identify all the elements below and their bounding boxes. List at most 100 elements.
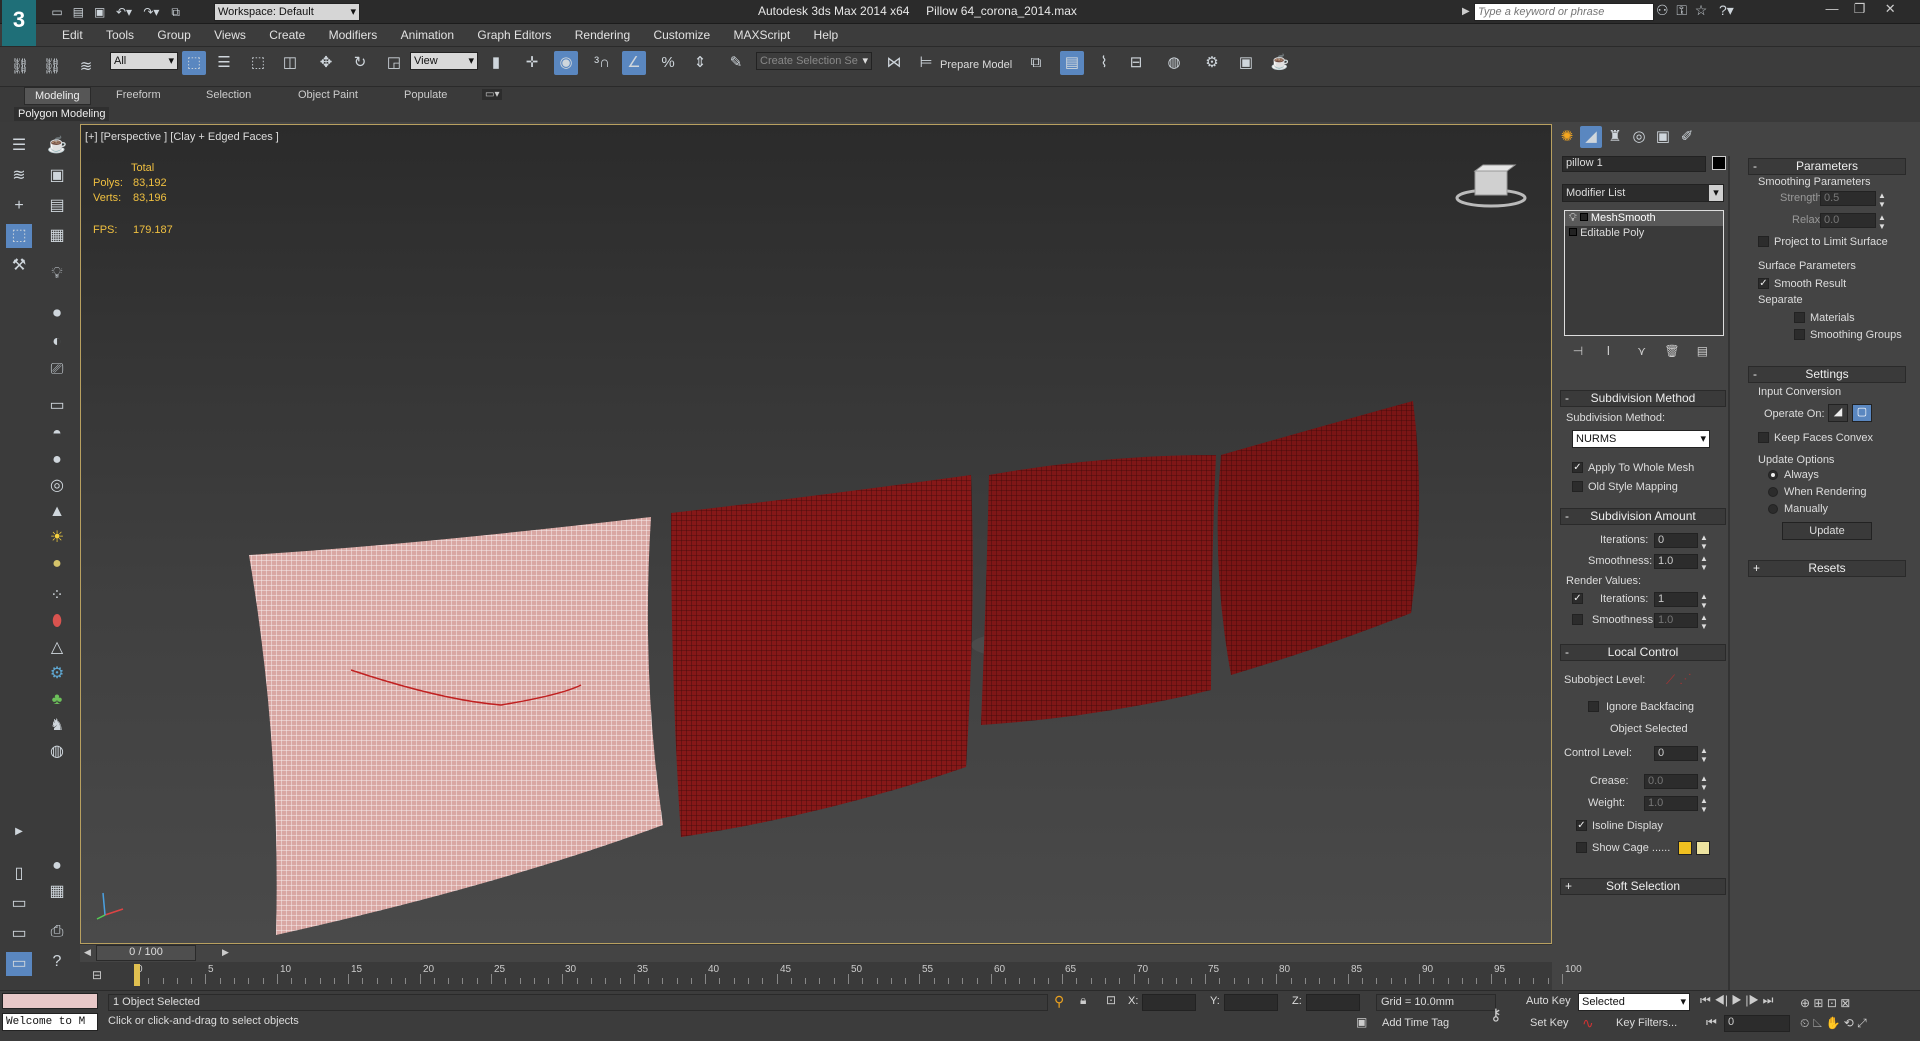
spinner-snap-icon[interactable]: ⇕ bbox=[688, 51, 712, 75]
spinner-arrows-icon[interactable]: ▲ ▼ bbox=[1700, 533, 1708, 551]
hierarchy-tab-icon[interactable]: ♜ bbox=[1604, 126, 1626, 148]
display-tab-icon[interactable]: ▣ bbox=[1652, 126, 1674, 148]
track-bar[interactable]: ⊟ 05101520253035404550556065707580859095… bbox=[80, 962, 1582, 990]
create-tab-icon[interactable]: ✺ bbox=[1556, 126, 1578, 148]
expand-box-icon[interactable] bbox=[1579, 213, 1588, 221]
spinner-arrows-icon[interactable]: ▲ ▼ bbox=[1700, 592, 1708, 610]
capsule-icon[interactable]: ⬮ bbox=[44, 610, 70, 634]
operate-on-polygons-icon[interactable]: ▢ bbox=[1852, 404, 1872, 422]
zoom-extents-all-icon[interactable]: ⊠ bbox=[1840, 996, 1850, 1010]
menu-customize[interactable]: Customize bbox=[643, 24, 720, 46]
update-button[interactable]: Update bbox=[1782, 522, 1872, 540]
field-of-view-icon[interactable]: ◺ bbox=[1813, 1016, 1822, 1030]
plant-icon[interactable]: ♣ bbox=[44, 688, 70, 712]
smooth-result-checkbox[interactable]: ✓ bbox=[1758, 278, 1769, 289]
render-iterations-checkbox[interactable]: ✓ bbox=[1572, 593, 1583, 604]
mirror-icon[interactable]: ⋈ bbox=[882, 51, 906, 75]
go-to-start-icon[interactable]: ⏮ bbox=[1700, 993, 1711, 1007]
modifier-list-dropdown[interactable]: Modifier List ▾ bbox=[1562, 184, 1724, 202]
remove-modifier-icon[interactable]: 🗑︎ bbox=[1660, 344, 1684, 358]
move-icon[interactable]: ✥ bbox=[314, 51, 338, 75]
menu-views[interactable]: Views bbox=[204, 24, 256, 46]
minimize-icon[interactable]: — bbox=[1820, 1, 1844, 16]
schematic-view-icon[interactable]: ⊟ bbox=[1124, 51, 1148, 75]
geosphere-icon[interactable]: ● bbox=[44, 552, 70, 576]
modify-tab-icon[interactable]: ◢ bbox=[1580, 126, 1602, 148]
table-icon[interactable]: ▦ bbox=[44, 224, 70, 248]
next-frame-icon[interactable]: |▶ bbox=[1745, 993, 1759, 1007]
bind-spacewarp-icon[interactable]: ≋ bbox=[74, 55, 98, 79]
menu-help[interactable]: Help bbox=[804, 24, 849, 46]
menu-maxscript[interactable]: MAXScript bbox=[724, 24, 801, 46]
link-icon[interactable]: ⛓ bbox=[8, 55, 32, 79]
maxscript-mini-listener[interactable]: Welcome to M bbox=[2, 1013, 98, 1031]
render-smoothness-spinner[interactable]: 1.0 bbox=[1654, 613, 1698, 628]
parameters-rollout[interactable]: - Parameters bbox=[1748, 158, 1906, 175]
smoothness-spinner[interactable]: 1.0 bbox=[1654, 554, 1698, 569]
layers-icon[interactable]: ≋ bbox=[6, 164, 32, 188]
print-icon[interactable]: ⎙ bbox=[44, 920, 70, 944]
ribbon-tab-freeform[interactable]: Freeform bbox=[116, 89, 161, 101]
search-input[interactable] bbox=[1474, 3, 1654, 21]
prev-frame-icon[interactable]: ◀ bbox=[84, 947, 91, 958]
redo-icon[interactable]: ↷▾ bbox=[139, 3, 163, 21]
isolate-selection-icon[interactable]: ⚲ bbox=[1054, 993, 1064, 1010]
pillow-3[interactable] bbox=[981, 455, 1216, 725]
named-selection-sets-dropdown[interactable]: Create Selection Se ▾ bbox=[756, 52, 872, 70]
key-mode-dropdown[interactable]: Selected ▾ bbox=[1578, 993, 1690, 1011]
keyboard-shortcut-override-icon[interactable]: ◉ bbox=[554, 51, 578, 75]
spinner-arrows-icon[interactable]: ▲ ▼ bbox=[1700, 554, 1708, 572]
lock-selection-icon[interactable]: 🔒︎ bbox=[1080, 993, 1086, 1008]
pillow-2[interactable] bbox=[671, 475, 973, 837]
viewport-layout-2-icon[interactable]: ▭ bbox=[6, 892, 32, 916]
reference-coordinate-dropdown[interactable]: View ▾ bbox=[410, 52, 478, 70]
project-limit-checkbox[interactable] bbox=[1758, 236, 1769, 247]
time-slider-thumb[interactable]: 0 / 100 bbox=[96, 945, 196, 961]
add-icon[interactable]: + bbox=[6, 194, 32, 218]
help-icon[interactable]: ?▾ bbox=[1719, 2, 1734, 18]
binoculars-icon[interactable]: ⚇ bbox=[1656, 2, 1669, 18]
lightbulb-icon[interactable]: 💡︎ bbox=[1569, 212, 1577, 224]
search-arrow-icon[interactable]: ▶ bbox=[1462, 2, 1472, 22]
subdivision-method-dropdown[interactable]: NURMS ▾ bbox=[1572, 430, 1710, 448]
relax-spinner[interactable]: 0.0 bbox=[1820, 213, 1876, 228]
teapot-icon[interactable]: ☕ bbox=[44, 134, 70, 158]
resets-rollout[interactable]: + Resets bbox=[1748, 560, 1906, 577]
close-icon[interactable]: ✕ bbox=[1875, 1, 1905, 17]
time-tag-icon[interactable]: ▣ bbox=[1356, 1015, 1367, 1029]
box-icon[interactable]: ▭ bbox=[44, 394, 70, 418]
app-logo-icon[interactable]: 3 bbox=[2, 0, 36, 46]
z-coordinate-field[interactable] bbox=[1306, 994, 1360, 1011]
material-sphere-icon[interactable]: ● bbox=[44, 854, 70, 878]
spinner-arrows-icon[interactable]: ▲ ▼ bbox=[1878, 191, 1886, 209]
utilities-tab-icon[interactable]: ✐ bbox=[1676, 126, 1698, 148]
undo-icon[interactable]: ↶▾ bbox=[112, 3, 136, 21]
open-file-icon[interactable]: ▤ bbox=[69, 3, 87, 21]
ribbon-tab-object-paint[interactable]: Object Paint bbox=[298, 89, 358, 101]
stack-item-editable-poly[interactable]: Editable Poly bbox=[1565, 226, 1723, 241]
layer-explorer-icon[interactable]: ⧉ bbox=[1024, 51, 1048, 75]
zoom-icon[interactable]: ⊕ bbox=[1800, 996, 1810, 1010]
isoline-display-checkbox[interactable]: ✓ bbox=[1576, 820, 1587, 831]
motion-tab-icon[interactable]: ◎ bbox=[1628, 126, 1650, 148]
hierarchy-icon[interactable]: ⚒ bbox=[6, 254, 32, 278]
soft-selection-rollout[interactable]: + Soft Selection bbox=[1560, 878, 1726, 895]
modifier-stack[interactable]: 💡︎ MeshSmooth Editable Poly bbox=[1564, 210, 1724, 336]
save-file-icon[interactable]: ▣ bbox=[91, 3, 109, 21]
sphere-icon[interactable]: ● bbox=[44, 448, 70, 472]
selection-filter-dropdown[interactable]: All ▾ bbox=[110, 52, 178, 70]
scene-explorer-icon[interactable]: ☰ bbox=[6, 134, 32, 158]
ribbon-tab-populate[interactable]: Populate bbox=[404, 89, 447, 101]
select-object-icon[interactable]: ⬚ bbox=[182, 51, 206, 75]
zoom-extents-icon[interactable]: ⊡ bbox=[1827, 996, 1837, 1010]
cone-icon[interactable]: ▲ bbox=[44, 500, 70, 524]
local-control-rollout[interactable]: - Local Control bbox=[1560, 644, 1726, 661]
menu-animation[interactable]: Animation bbox=[391, 24, 464, 46]
show-end-result-icon[interactable]: Ⅰ bbox=[1593, 344, 1623, 358]
materials-checkbox[interactable] bbox=[1794, 312, 1805, 323]
window-crossing-icon[interactable]: ◫ bbox=[278, 51, 302, 75]
key-icon[interactable]: ⚿ bbox=[1676, 2, 1687, 18]
percent-snap-icon[interactable]: % bbox=[656, 51, 680, 75]
menu-tools[interactable]: Tools bbox=[96, 24, 144, 46]
old-style-mapping-checkbox[interactable] bbox=[1572, 481, 1583, 492]
